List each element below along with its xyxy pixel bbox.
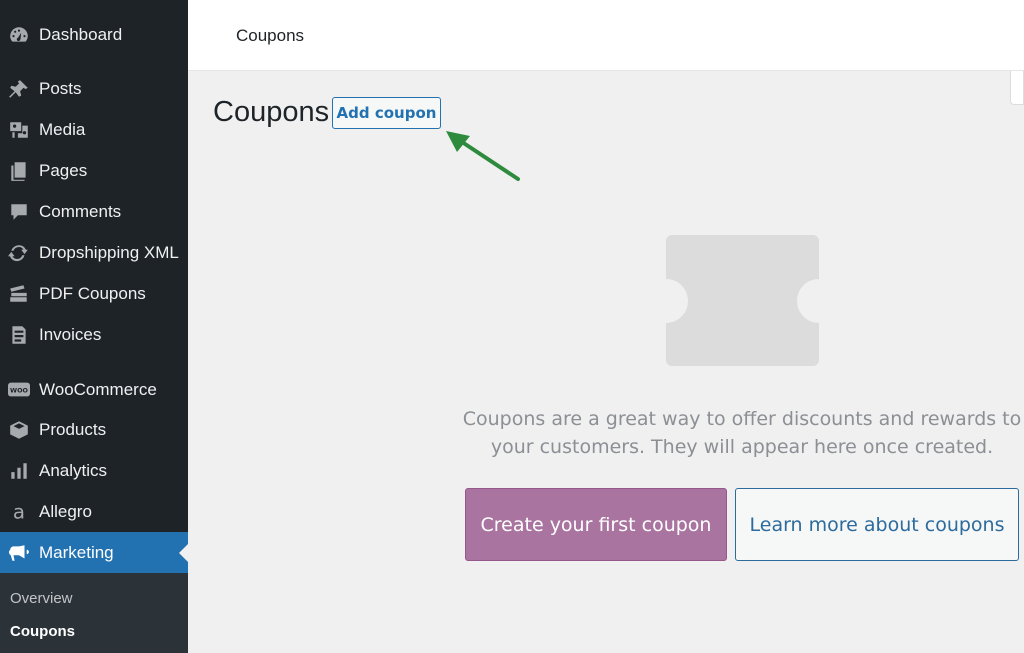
sidebar-item-allegro[interactable]: a Allegro xyxy=(0,491,188,532)
sidebar-item-label: Allegro xyxy=(39,501,92,521)
add-coupon-button[interactable]: Add coupon xyxy=(332,97,441,129)
sidebar-item-dashboard[interactable]: Dashboard xyxy=(0,14,188,55)
marketing-submenu: Overview Coupons xyxy=(0,573,188,653)
pin-icon xyxy=(2,77,36,101)
sidebar-item-label: Media xyxy=(39,119,86,139)
sidebar-item-analytics[interactable]: Analytics xyxy=(0,450,188,491)
sidebar-item-label: Comments xyxy=(39,201,122,221)
svg-text:a: a xyxy=(13,501,25,523)
media-icon xyxy=(2,118,36,142)
tickets-icon xyxy=(2,282,36,306)
refresh-icon xyxy=(2,241,36,265)
invoice-icon xyxy=(2,323,36,347)
svg-text:WOO: WOO xyxy=(10,386,29,394)
sidebar-item-label: Marketing xyxy=(39,542,114,562)
sidebar-item-pages[interactable]: Pages xyxy=(0,150,188,191)
sidebar-item-label: Products xyxy=(39,419,107,439)
allegro-icon: a xyxy=(2,500,36,524)
sidebar-item-woocommerce[interactable]: WOO WooCommerce xyxy=(0,369,188,410)
sidebar-item-label: Invoices xyxy=(39,324,102,344)
submenu-item-coupons[interactable]: Coupons xyxy=(10,623,75,640)
coupon-ticket-icon xyxy=(666,235,819,366)
header-title: Coupons xyxy=(236,26,305,45)
create-first-coupon-button[interactable]: Create your first coupon xyxy=(465,488,727,561)
sidebar-item-pdf-coupons[interactable]: PDF Coupons xyxy=(0,273,188,314)
learn-more-coupons-button[interactable]: Learn more about coupons xyxy=(735,488,1019,561)
sidebar-item-invoices[interactable]: Invoices xyxy=(0,314,188,355)
sidebar-item-posts[interactable]: Posts xyxy=(0,68,188,109)
chart-bar-icon xyxy=(2,459,36,483)
pages-icon xyxy=(2,159,36,183)
sidebar-item-label: Analytics xyxy=(39,460,108,480)
sidebar-item-comments[interactable]: Comments xyxy=(0,191,188,232)
sidebar-item-products[interactable]: Products xyxy=(0,409,188,450)
admin-sidebar: Dashboard Posts Media Pages Comments Dro… xyxy=(0,0,188,653)
dashboard-icon xyxy=(2,23,36,47)
sidebar-item-label: Posts xyxy=(39,78,82,98)
empty-state-message: Coupons are a great way to offer discoun… xyxy=(462,408,1022,458)
comment-icon xyxy=(2,200,36,224)
submenu-item-overview[interactable]: Overview xyxy=(10,590,73,607)
green-arrow-icon xyxy=(446,131,520,181)
sidebar-item-marketing[interactable]: Marketing xyxy=(0,532,188,573)
sidebar-item-label: Dashboard xyxy=(39,24,123,44)
woo-icon: WOO xyxy=(2,378,36,402)
sidebar-item-label: Dropshipping XML xyxy=(39,242,179,262)
sidebar-item-label: PDF Coupons xyxy=(39,283,146,303)
sidebar-item-label: Pages xyxy=(39,160,88,180)
sidebar-item-label: WooCommerce xyxy=(39,379,157,399)
activity-panel-tab[interactable] xyxy=(1010,71,1024,105)
top-header: Coupons xyxy=(188,0,1024,71)
sidebar-item-media[interactable]: Media xyxy=(0,109,188,150)
megaphone-icon xyxy=(2,541,36,565)
sidebar-item-dropshipping-xml[interactable]: Dropshipping XML xyxy=(0,232,188,273)
page-title: Coupons xyxy=(213,96,330,128)
archive-icon xyxy=(2,418,36,442)
